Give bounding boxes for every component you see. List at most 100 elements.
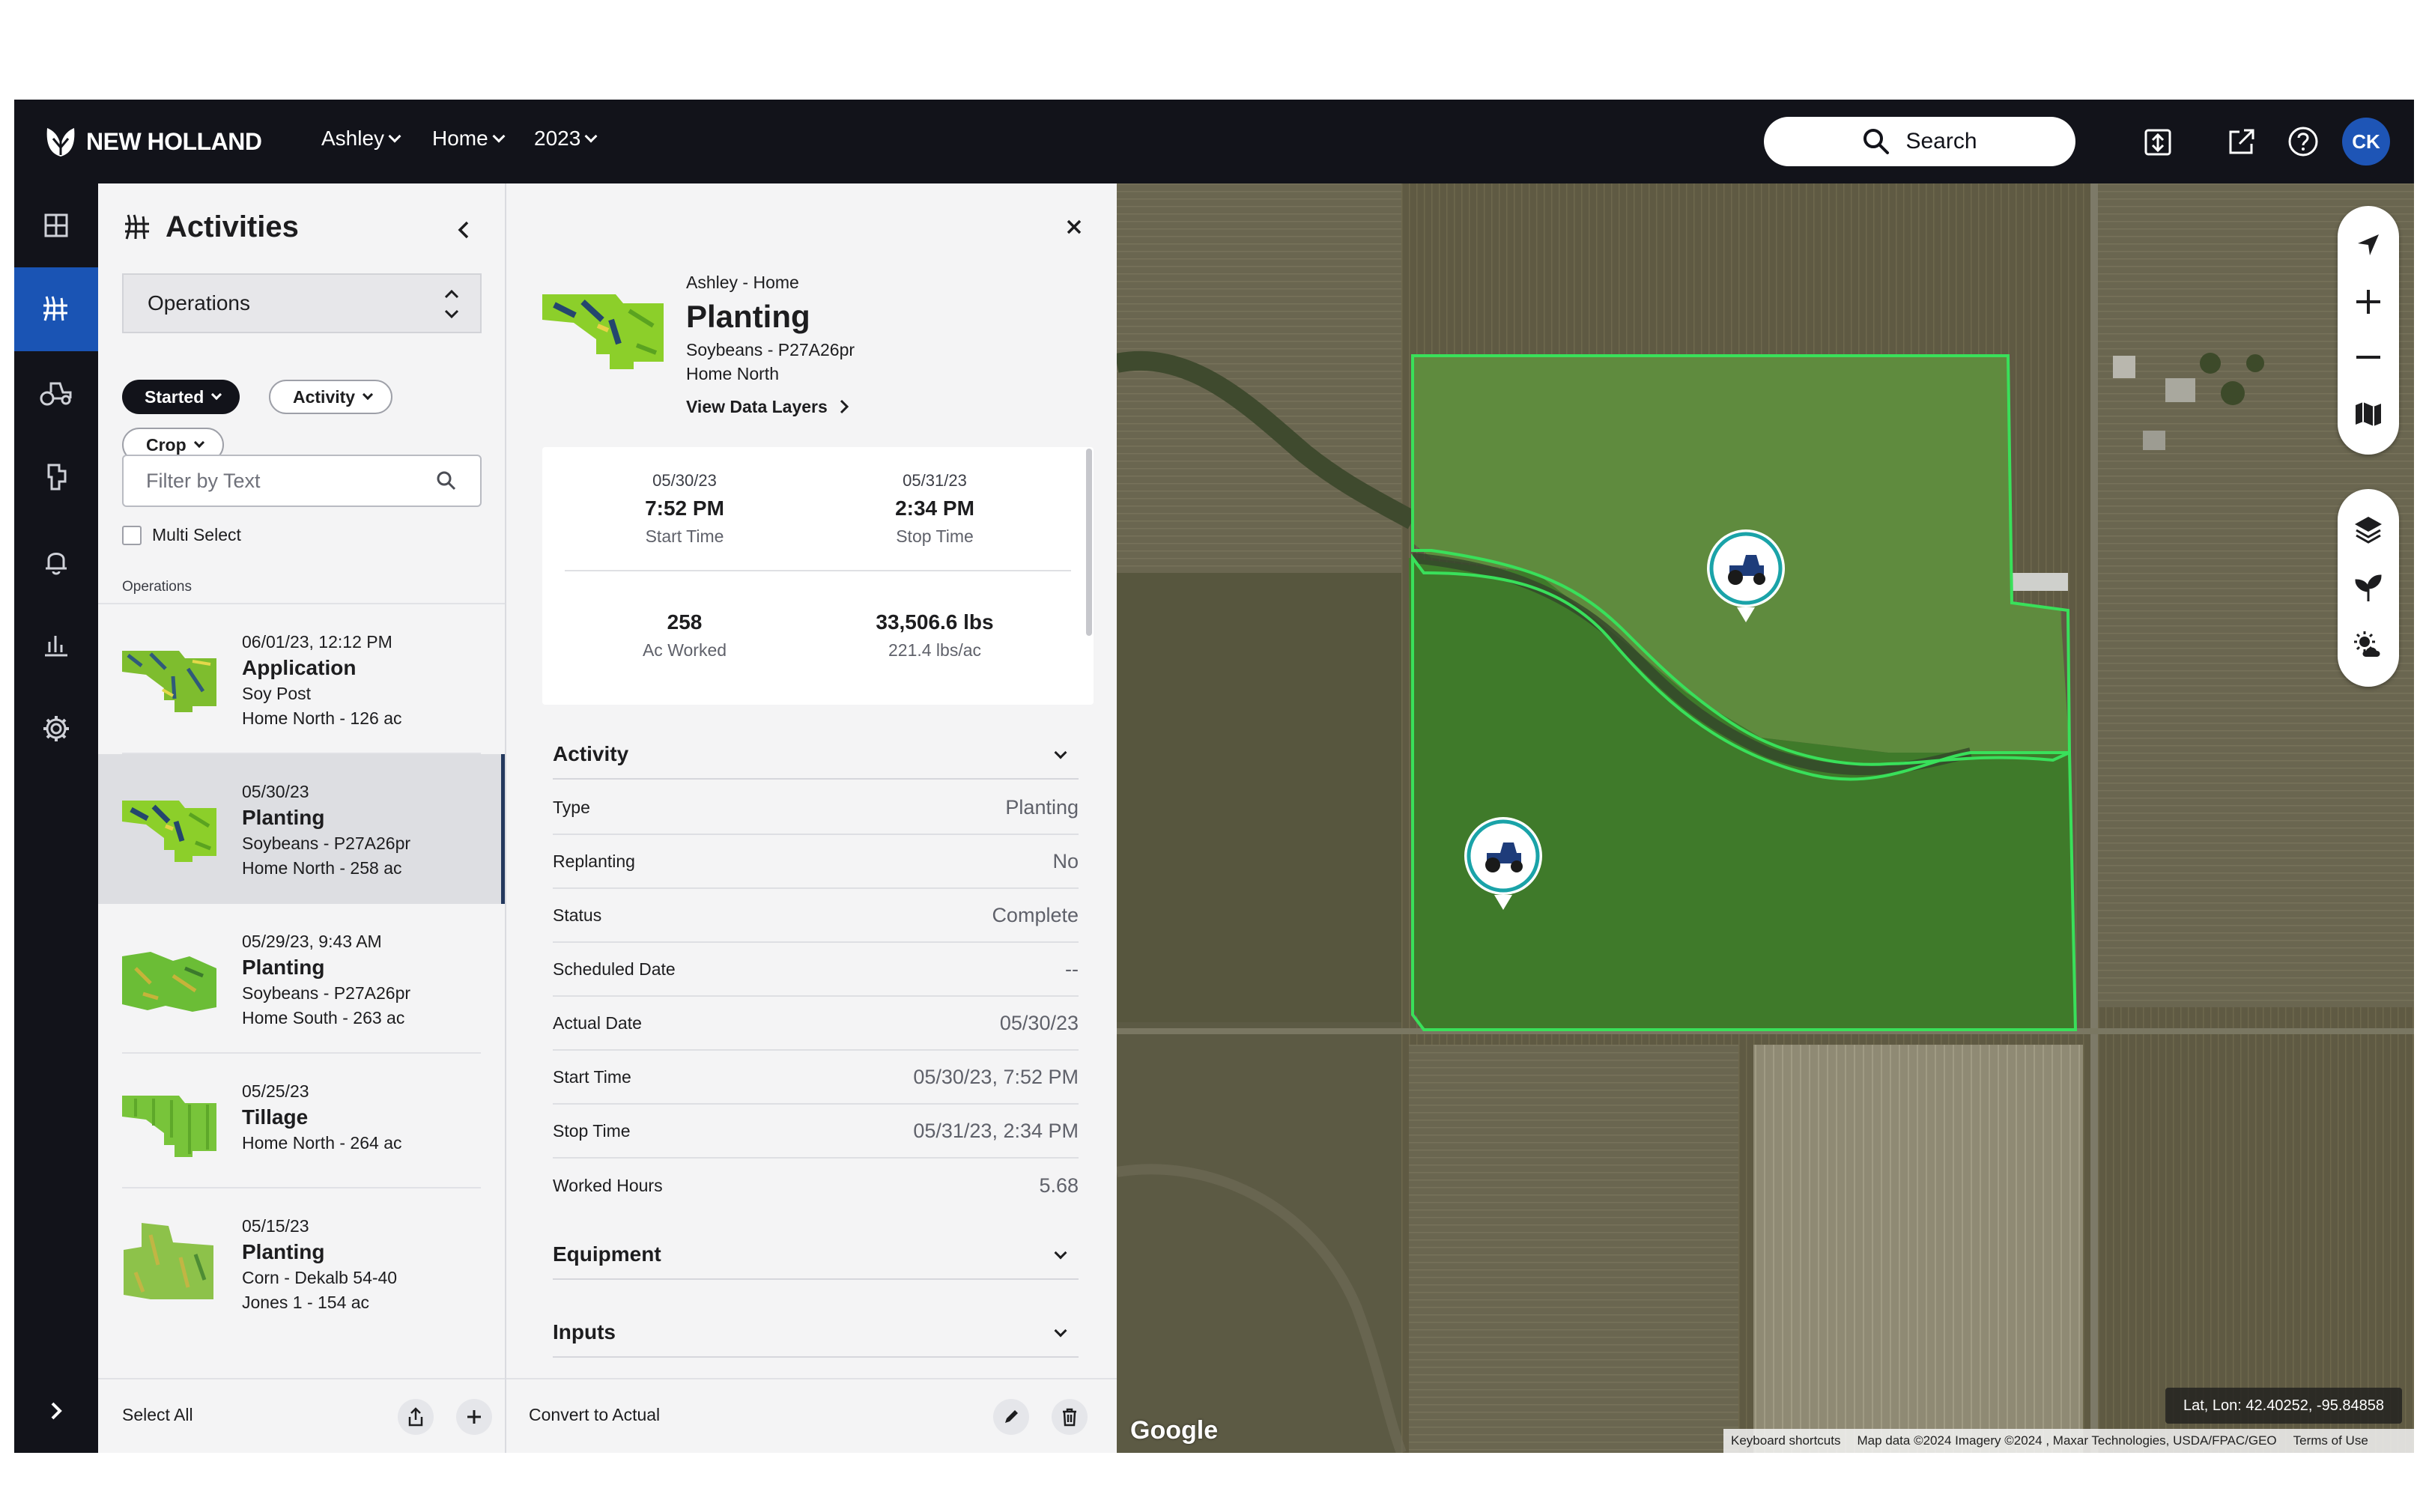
- multi-select-checkbox[interactable]: Multi Select: [122, 525, 241, 545]
- map-type-icon: [2356, 402, 2381, 426]
- zoom-in-button[interactable]: [2338, 273, 2399, 330]
- start-time-stat: 05/30/23 7:52 PM Start Time: [580, 471, 789, 547]
- activities-icon: [43, 296, 67, 321]
- detail-value: --: [1065, 957, 1079, 980]
- keyboard-shortcuts-link[interactable]: Keyboard shortcuts: [1731, 1433, 1840, 1448]
- rail-item-settings[interactable]: [14, 687, 98, 771]
- field-thumbnail: [122, 1096, 216, 1157]
- rail-item-notifications[interactable]: [14, 519, 98, 603]
- notifications-icon: [46, 553, 67, 575]
- tractor-location-pin[interactable]: [1704, 526, 1788, 624]
- rail-item-activities[interactable]: [14, 267, 98, 351]
- app-window: NEW HOLLAND Ashley Home 2023 Search CK A…: [14, 100, 2414, 1453]
- close-button[interactable]: [1059, 212, 1089, 242]
- edit-button[interactable]: [993, 1399, 1029, 1435]
- sync-icon[interactable]: [2138, 122, 2177, 161]
- list-item-date: 05/29/23, 9:43 AM: [242, 932, 382, 951]
- rail-item-expand[interactable]: [14, 1369, 98, 1453]
- stop-time-stat: 05/31/23 2:34 PM Stop Time: [830, 471, 1040, 547]
- navigate-icon: [2358, 234, 2379, 255]
- nav-dropdown-grower[interactable]: Ashley: [321, 127, 401, 151]
- nav-dropdown-year[interactable]: 2023: [534, 127, 598, 151]
- list-item-detail: Corn - Dekalb 54-40: [242, 1268, 398, 1287]
- search-button[interactable]: Search: [1764, 117, 2075, 166]
- terms-link[interactable]: Terms of Use: [2293, 1433, 2368, 1448]
- list-item-date: 05/15/23: [242, 1216, 309, 1236]
- brand-logo[interactable]: NEW HOLLAND: [43, 122, 262, 161]
- tractor-icon: [1464, 817, 1542, 910]
- equipment-section-header[interactable]: Equipment: [553, 1230, 1079, 1280]
- locate-button[interactable]: [2338, 216, 2399, 273]
- operations-list-label: Operations: [122, 579, 192, 595]
- chevron-down-icon: [1054, 746, 1067, 759]
- crop-layer-button[interactable]: [2338, 559, 2399, 616]
- satellite-map[interactable]: Google Lat, Lon: 42.40252, -95.84858 Key…: [1117, 183, 2414, 1453]
- detail-value: 05/31/23, 2:34 PM: [913, 1119, 1079, 1142]
- view-data-layers-link[interactable]: View Data Layers: [686, 395, 855, 419]
- chip-label: Activity: [293, 386, 356, 407]
- detail-row-replanting: Replanting No: [553, 835, 1079, 889]
- list-item-date: 05/30/23: [242, 782, 309, 801]
- rail-item-reports[interactable]: [14, 603, 98, 687]
- detail-value: 05/30/23, 7:52 PM: [913, 1065, 1079, 1088]
- search-icon: [1863, 129, 1890, 154]
- filter-chip-activity[interactable]: Activity: [269, 380, 393, 414]
- list-item[interactable]: 05/30/23 Planting Soybeans - P27A26pr Ho…: [98, 754, 505, 904]
- field-thumbnail: [124, 1223, 213, 1299]
- rail-item-equipment[interactable]: [14, 351, 98, 435]
- nav-dropdown-label: 2023: [534, 127, 581, 150]
- detail-key: Type: [553, 797, 590, 817]
- leaf-logo-icon: [46, 128, 75, 157]
- list-item[interactable]: 06/01/23, 12:12 PM Application Soy Post …: [98, 604, 505, 754]
- plus-icon: [467, 1410, 481, 1424]
- filter-text-field: [122, 455, 482, 507]
- map-type-button[interactable]: [2338, 386, 2399, 443]
- stop-date: 05/31/23: [903, 471, 967, 490]
- inputs-section-header[interactable]: Inputs: [553, 1308, 1079, 1358]
- detail-row-stop-time: Stop Time 05/31/23, 2:34 PM: [553, 1105, 1079, 1159]
- left-rail: [14, 183, 98, 1453]
- amount-value: 33,506.6 lbs: [876, 610, 994, 634]
- filter-chip-started[interactable]: Started: [122, 380, 240, 414]
- tractor-location-pin[interactable]: [1461, 814, 1545, 911]
- detail-row-scheduled-date: Scheduled Date --: [553, 943, 1079, 997]
- google-logo: Google: [1130, 1416, 1219, 1445]
- rail-item-fields[interactable]: [14, 435, 98, 519]
- satellite-imagery: [1117, 183, 2414, 1453]
- delete-button[interactable]: [1052, 1399, 1088, 1435]
- layers-button[interactable]: [2338, 501, 2399, 558]
- list-item[interactable]: 05/25/23 Tillage Home North - 264 ac: [98, 1054, 505, 1188]
- search-label: Search: [1905, 129, 1977, 154]
- field-thumbnail: [542, 294, 664, 369]
- zoom-in-icon: [2356, 290, 2380, 314]
- list-item-field: Home South - 263 ac: [242, 1008, 405, 1027]
- list-item-text: 05/29/23, 9:43 AM Planting Soybeans - P2…: [242, 929, 410, 1030]
- view-data-layers-label: View Data Layers: [686, 397, 828, 416]
- avatar[interactable]: CK: [2342, 118, 2390, 166]
- scrollbar[interactable]: [1086, 449, 1092, 636]
- crop-icon: [2355, 574, 2382, 601]
- collapse-panel-button[interactable]: [450, 216, 477, 243]
- layers-icon: [2355, 517, 2382, 544]
- activity-section-header[interactable]: Activity: [553, 730, 1079, 780]
- list-item[interactable]: 05/15/23 Planting Corn - Dekalb 54-40 Jo…: [98, 1188, 505, 1338]
- zoom-out-button[interactable]: [2338, 329, 2399, 386]
- detail-value: 5.68: [1039, 1174, 1079, 1197]
- filter-text-input[interactable]: [146, 456, 431, 505]
- select-all-button[interactable]: Select All: [122, 1405, 193, 1425]
- list-item-text: 05/30/23 Planting Soybeans - P27A26pr Ho…: [242, 780, 410, 881]
- checkbox-box[interactable]: [122, 525, 142, 545]
- convert-to-actual-button[interactable]: Convert to Actual: [529, 1405, 660, 1425]
- detail-key: Stop Time: [553, 1120, 631, 1141]
- add-activity-button[interactable]: [456, 1399, 492, 1435]
- rail-item-dashboard[interactable]: [14, 183, 98, 267]
- list-item[interactable]: 05/29/23, 9:43 AM Planting Soybeans - P2…: [98, 904, 505, 1054]
- operations-select[interactable]: Operations: [122, 273, 482, 333]
- help-icon[interactable]: [2284, 122, 2323, 161]
- stop-time-value: 2:34 PM: [895, 497, 974, 520]
- export-button[interactable]: [398, 1399, 434, 1435]
- external-link-icon[interactable]: [2222, 122, 2261, 161]
- nav-dropdown-farm[interactable]: Home: [432, 127, 506, 151]
- dashboard-icon: [44, 213, 68, 237]
- weather-button[interactable]: [2338, 616, 2399, 673]
